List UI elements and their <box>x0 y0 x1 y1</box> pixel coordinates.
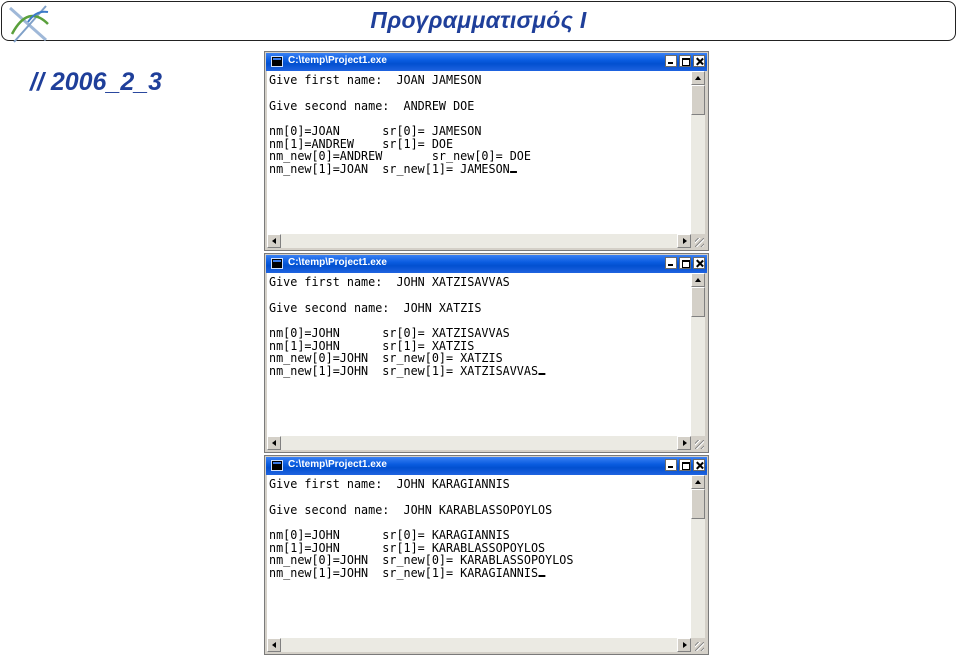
scroll-up-arrow-icon[interactable] <box>691 475 705 489</box>
console-line-last: nm_new[1]=JOAN sr_new[1]= JAMESON <box>269 162 517 176</box>
console-output[interactable]: Give first name: JOHN KARAGIANNIS Give s… <box>267 475 691 639</box>
scroll-right-arrow-icon[interactable] <box>677 436 691 450</box>
scroll-up-arrow-icon[interactable] <box>691 273 705 287</box>
scroll-left-arrow-icon[interactable] <box>267 234 281 248</box>
maximize-button[interactable] <box>679 257 691 269</box>
horizontal-scrollbar[interactable] <box>267 638 691 652</box>
console-app-icon <box>271 56 283 67</box>
console-line-text: nm_new[1]=JOHN sr_new[1]= KARAGIANNIS <box>269 566 539 580</box>
slide-subtitle: // 2006_2_3 <box>30 68 163 96</box>
scroll-right-arrow-icon[interactable] <box>677 638 691 652</box>
console-line: nm_new[0]=JOHN sr_new[0]= XATZIS <box>269 351 503 365</box>
console-line-text: nm_new[1]=JOHN sr_new[1]= XATZISAVVAS <box>269 364 539 378</box>
console-line: nm_new[0]=ANDREW sr_new[0]= DOE <box>269 149 531 163</box>
scroll-left-arrow-icon[interactable] <box>267 638 281 652</box>
scroll-up-arrow-icon[interactable] <box>691 71 705 85</box>
console-window-2[interactable]: C:\temp\Project1.exe Give first name: JO… <box>264 253 709 453</box>
window-title: C:\temp\Project1.exe <box>288 459 387 470</box>
console-line: nm[0]=JOHN sr[0]= XATZISAVVAS <box>269 326 510 340</box>
console-output[interactable]: Give first name: JOHN XATZISAVVAS Give s… <box>267 273 691 437</box>
text-cursor <box>538 373 545 375</box>
maximize-button[interactable] <box>679 459 691 471</box>
maximize-button[interactable] <box>679 55 691 67</box>
close-button[interactable] <box>693 55 705 67</box>
vertical-scrollbar[interactable] <box>691 273 705 437</box>
console-line: Give first name: JOHN KARAGIANNIS <box>269 477 510 491</box>
resize-grip-icon[interactable] <box>691 436 705 450</box>
text-cursor <box>538 575 545 577</box>
slide-title: Προγραμματισμός Ι <box>370 7 587 33</box>
resize-grip-icon[interactable] <box>691 234 705 248</box>
console-line: Give first name: JOAN JAMESON <box>269 73 482 87</box>
window-titlebar[interactable]: C:\temp\Project1.exe <box>266 255 707 273</box>
close-button[interactable] <box>693 459 705 471</box>
console-line: Give second name: JOHN XATZIS <box>269 301 482 315</box>
vertical-scrollbar[interactable] <box>691 475 705 639</box>
window-title: C:\temp\Project1.exe <box>288 55 387 66</box>
scroll-left-arrow-icon[interactable] <box>267 436 281 450</box>
scroll-right-arrow-icon[interactable] <box>677 234 691 248</box>
console-line-last: nm_new[1]=JOHN sr_new[1]= KARAGIANNIS <box>269 566 545 580</box>
scroll-thumb[interactable] <box>691 489 705 519</box>
vertical-scrollbar[interactable] <box>691 71 705 235</box>
close-button[interactable] <box>693 257 705 269</box>
minimize-button[interactable] <box>665 257 677 269</box>
minimize-button[interactable] <box>665 459 677 471</box>
console-app-icon <box>271 460 283 471</box>
console-line: Give second name: ANDREW DOE <box>269 99 475 113</box>
text-cursor <box>509 171 517 173</box>
minimize-button[interactable] <box>665 55 677 67</box>
resize-grip-icon[interactable] <box>691 638 705 652</box>
window-titlebar[interactable]: C:\temp\Project1.exe <box>266 53 707 71</box>
console-line: nm_new[0]=JOHN sr_new[0]= KARABLASSOPOYL… <box>269 553 574 567</box>
console-line: Give second name: JOHN KARABLASSOPOYLOS <box>269 503 553 517</box>
console-line-last: nm_new[1]=JOHN sr_new[1]= XATZISAVVAS <box>269 364 545 378</box>
scroll-thumb[interactable] <box>691 85 705 115</box>
console-line: nm[0]=JOAN sr[0]= JAMESON <box>269 124 482 138</box>
console-window-1[interactable]: C:\temp\Project1.exe Give first name: JO… <box>264 51 709 251</box>
slide-header: Προγραμματισμός Ι <box>1 1 956 43</box>
horizontal-scrollbar[interactable] <box>267 234 691 248</box>
window-title: C:\temp\Project1.exe <box>288 257 387 268</box>
console-line: nm[0]=JOHN sr[0]= KARAGIANNIS <box>269 528 510 542</box>
console-line-text: nm_new[1]=JOAN sr_new[1]= JAMESON <box>269 162 510 176</box>
scroll-thumb[interactable] <box>691 287 705 317</box>
console-app-icon <box>271 258 283 269</box>
console-window-3[interactable]: C:\temp\Project1.exe Give first name: JO… <box>264 455 709 655</box>
horizontal-scrollbar[interactable] <box>267 436 691 450</box>
console-line: Give first name: JOHN XATZISAVVAS <box>269 275 510 289</box>
window-titlebar[interactable]: C:\temp\Project1.exe <box>266 457 707 475</box>
console-output[interactable]: Give first name: JOAN JAMESON Give secon… <box>267 71 691 235</box>
